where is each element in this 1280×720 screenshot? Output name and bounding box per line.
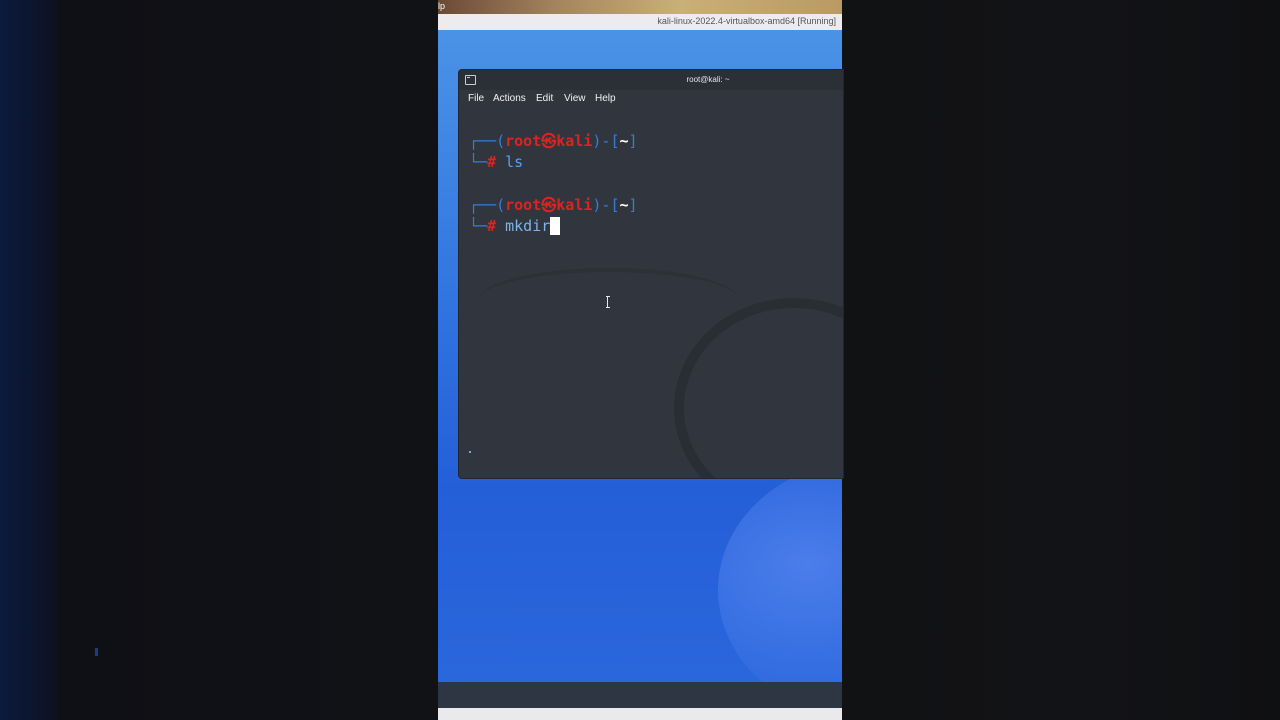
menu-file[interactable]: File: [468, 93, 484, 104]
prompt-host: kali: [556, 196, 593, 214]
menu-edit[interactable]: Edit: [536, 93, 553, 104]
vm-top-strip: lp: [438, 0, 842, 14]
menu-view[interactable]: View: [564, 93, 586, 104]
blurred-background-left: [0, 0, 438, 720]
prompt-directory: ~: [619, 132, 629, 150]
prompt-bracket: ]: [628, 132, 638, 150]
terminal-title: root@kali: ~: [686, 75, 730, 84]
prompt-corner: └─: [469, 153, 488, 171]
terminal-menubar: File Actions Edit View Help: [459, 90, 843, 108]
prompt-bracket: ┌──(: [469, 196, 506, 214]
kali-dragon-watermark: [674, 298, 843, 478]
terminal-window[interactable]: root@kali: ~ File Actions Edit View Help…: [458, 69, 844, 479]
vm-status-bar: [438, 708, 842, 720]
prompt-bracket: ┌──(: [469, 132, 506, 150]
prompt-bracket: )-[: [592, 196, 620, 214]
prompt-directory: ~: [619, 196, 629, 214]
prompt-line-1: ┌──(root㉿kali)-[~]: [469, 132, 638, 150]
background-artifact: [95, 648, 98, 656]
terminal-artifact: [469, 451, 471, 453]
command-line-1: └─# ls: [469, 153, 523, 171]
menu-actions[interactable]: Actions: [493, 93, 526, 104]
terminal-output[interactable]: ┌──(root㉿kali)-[~] └─# ls ┌──(root㉿kali)…: [459, 108, 843, 478]
command-text: mkdir: [505, 217, 551, 235]
command-text: ls: [505, 153, 524, 171]
vm-title: kali-linux-2022.4-virtualbox-amd64 [Runn…: [657, 16, 836, 26]
blurred-background-right: [842, 0, 1280, 720]
menu-help[interactable]: Help: [595, 93, 616, 104]
terminal-titlebar[interactable]: root@kali: ~: [459, 70, 843, 90]
prompt-corner: └─: [469, 217, 488, 235]
prompt-user: root: [505, 132, 542, 150]
prompt-hash: #: [487, 217, 497, 235]
prompt-host: kali: [556, 132, 593, 150]
prompt-at-symbol: ㉿: [541, 196, 557, 214]
vm-titlebar[interactable]: kali-linux-2022.4-virtualbox-amd64 [Runn…: [438, 14, 842, 31]
vm-top-label: lp: [438, 1, 446, 11]
text-cursor: [550, 217, 561, 235]
prompt-bracket: )-[: [592, 132, 620, 150]
prompt-user: root: [505, 196, 542, 214]
desktop-wallpaper-wave: [718, 460, 842, 682]
ibeam-cursor-icon: [606, 296, 610, 308]
prompt-hash: #: [487, 153, 497, 171]
prompt-at-symbol: ㉿: [541, 132, 557, 150]
prompt-line-2: ┌──(root㉿kali)-[~]: [469, 196, 638, 214]
taskbar[interactable]: [438, 682, 842, 708]
prompt-bracket: ]: [628, 196, 638, 214]
command-line-2[interactable]: └─# mkdir: [469, 217, 561, 235]
